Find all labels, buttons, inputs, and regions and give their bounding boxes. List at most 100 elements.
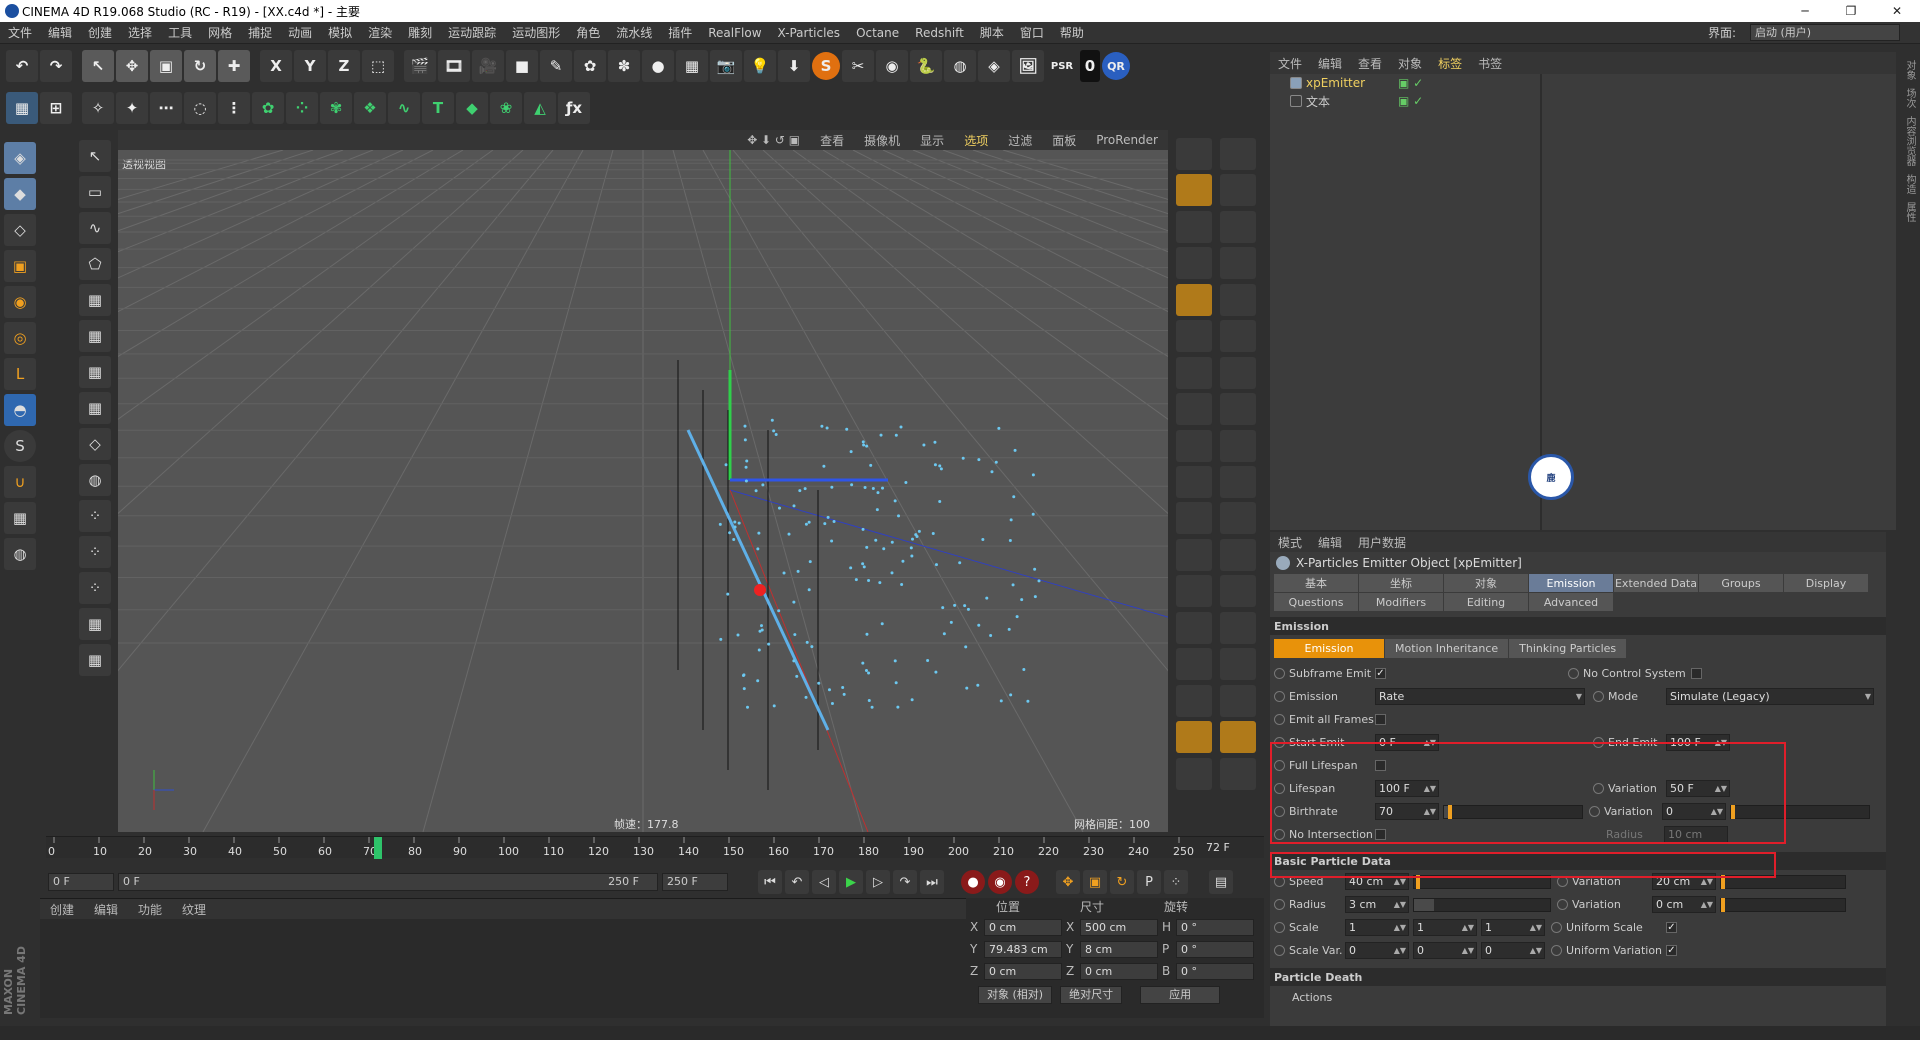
dots-tool-icon[interactable]: ⁘ <box>79 500 111 532</box>
viewport-menu-item[interactable]: 摄像机 <box>854 132 910 149</box>
mode-dropdown[interactable]: Simulate (Legacy) ▼ <box>1666 688 1874 705</box>
grid-tool-icon[interactable]: ▦ <box>79 392 111 424</box>
toolbar-button-icon[interactable]: Y <box>294 50 326 82</box>
toolbar-button-icon[interactable]: 0 <box>1080 50 1100 82</box>
emission-subtab[interactable]: Thinking Particles <box>1509 639 1627 658</box>
anim-dot-icon[interactable] <box>1274 945 1285 956</box>
scale-var-z-field[interactable]: 0 ▲▼ <box>1481 942 1545 959</box>
toolbar-button-icon[interactable]: ▦ <box>676 50 708 82</box>
toolbar-button-icon[interactable]: 💡 <box>744 50 776 82</box>
timeline-window-icon[interactable]: ▤ <box>1209 870 1233 894</box>
side-tool-icon[interactable] <box>1220 538 1256 571</box>
side-tool-icon[interactable] <box>1220 684 1256 717</box>
left-tool-icon[interactable]: ◓ <box>4 394 36 426</box>
menu-item[interactable]: 网格 <box>200 24 240 41</box>
uniform-variation-checkbox[interactable]: ✓ <box>1666 945 1677 956</box>
scale-var-y-field[interactable]: 0 ▲▼ <box>1413 942 1477 959</box>
menu-item[interactable]: Redshift <box>907 26 972 40</box>
scale-var-x-field[interactable]: 0 ▲▼ <box>1345 942 1409 959</box>
emit-all-checkbox[interactable] <box>1375 714 1386 725</box>
left-tool-icon[interactable]: ▣ <box>4 250 36 282</box>
side-tool-icon[interactable] <box>1220 721 1256 754</box>
object-menu-item[interactable]: 编辑 <box>1310 55 1350 72</box>
object-menu-item[interactable]: 标签 <box>1430 55 1470 72</box>
toolbar-button-icon[interactable]: ▦ <box>6 92 38 124</box>
anim-dot-icon[interactable] <box>1593 691 1604 702</box>
side-tool-icon[interactable] <box>1176 393 1212 426</box>
toolbar-button-icon[interactable]: ∿ <box>388 92 420 124</box>
object-menu-item[interactable]: 书签 <box>1470 55 1510 72</box>
side-tab[interactable]: 构造 <box>1902 174 1917 194</box>
toolbar-button-icon[interactable]: ✎ <box>540 50 572 82</box>
prev-frame-icon[interactable]: ◁ <box>812 870 836 894</box>
toolbar-button-icon[interactable]: X <box>260 50 292 82</box>
toolbar-button-icon[interactable]: 🎞 <box>438 50 470 82</box>
start-frame-field[interactable]: 0 F <box>48 873 114 891</box>
side-tool-icon[interactable] <box>1220 247 1256 280</box>
anim-dot-icon[interactable] <box>1551 945 1562 956</box>
anim-dot-icon[interactable] <box>1557 899 1568 910</box>
toolbar-button-icon[interactable]: ↷ <box>40 50 72 82</box>
menu-item[interactable]: 运动跟踪 <box>440 24 504 41</box>
toolbar-button-icon[interactable]: ◌ <box>184 92 216 124</box>
toolbar-button-icon[interactable]: 🎬 <box>404 50 436 82</box>
attr-tab[interactable]: 坐标 <box>1359 574 1443 592</box>
side-tool-icon[interactable] <box>1220 611 1256 644</box>
toolbar-button-icon[interactable]: 🖼 <box>1012 50 1044 82</box>
side-tool-icon[interactable] <box>1220 210 1256 243</box>
side-tool-icon[interactable] <box>1176 356 1212 389</box>
size-field[interactable]: 500 cm <box>1080 918 1158 936</box>
rotation-field[interactable]: 0 ° <box>1176 962 1254 980</box>
side-tool-icon[interactable] <box>1176 684 1212 717</box>
grid-tool-icon[interactable]: ▦ <box>79 644 111 676</box>
toolbar-button-icon[interactable]: ◆ <box>456 92 488 124</box>
side-tool-icon[interactable] <box>1176 465 1212 498</box>
toolbar-button-icon[interactable]: ◭ <box>524 92 556 124</box>
toolbar-button-icon[interactable]: ↖ <box>82 50 114 82</box>
side-tool-icon[interactable] <box>1220 757 1256 790</box>
attr-tab[interactable]: Display <box>1784 574 1868 592</box>
toolbar-button-icon[interactable]: ✿ <box>574 50 606 82</box>
left-tool-icon[interactable]: ◆ <box>4 178 36 210</box>
apply-button[interactable]: 应用 <box>1140 986 1221 1004</box>
toolbar-button-icon[interactable]: ✚ <box>218 50 250 82</box>
toolbar-button-icon[interactable]: ⋮ <box>218 92 250 124</box>
go-to-end-icon[interactable]: ⏭ <box>920 870 944 894</box>
menu-item[interactable]: 窗口 <box>1012 24 1052 41</box>
anim-dot-icon[interactable] <box>1274 668 1285 679</box>
menu-item[interactable]: 创建 <box>80 24 120 41</box>
side-tab[interactable]: 内容浏览器 <box>1902 116 1917 166</box>
attr-menu-item[interactable]: 模式 <box>1270 534 1310 551</box>
toolbar-button-icon[interactable]: ↶ <box>6 50 38 82</box>
anim-dot-icon[interactable] <box>1551 922 1562 933</box>
minimize-button[interactable]: ─ <box>1782 0 1828 22</box>
toolbar-button-icon[interactable]: ⋯ <box>150 92 182 124</box>
next-key-icon[interactable]: ↷ <box>893 870 917 894</box>
side-tab[interactable]: 属性 <box>1902 202 1917 222</box>
radius-variation-field[interactable]: 0 cm ▲▼ <box>1652 896 1716 913</box>
viewport-nav-icons[interactable]: ✥ ⬇ ↺ ▣ <box>737 133 810 147</box>
side-tool-icon[interactable] <box>1176 210 1212 243</box>
rotation-field[interactable]: 0 ° <box>1176 918 1254 936</box>
coord-mode-dropdown[interactable]: 对象 (相对) <box>978 986 1053 1004</box>
toolbar-button-icon[interactable]: ▣ <box>150 50 182 82</box>
material-menu-item[interactable]: 纹理 <box>172 901 216 918</box>
scale-x-field[interactable]: 1 ▲▼ <box>1345 919 1409 936</box>
side-tool-icon[interactable] <box>1220 320 1256 353</box>
side-tool-icon[interactable] <box>1176 721 1212 754</box>
auto-key-icon[interactable]: ◉ <box>988 870 1012 894</box>
toolbar-button-icon[interactable]: ✧ <box>82 92 114 124</box>
selection-tool-icon[interactable]: ↖ <box>79 140 111 172</box>
toolbar-button-icon[interactable]: ƒx <box>558 92 590 124</box>
menu-item[interactable]: 动画 <box>280 24 320 41</box>
menu-item[interactable]: 渲染 <box>360 24 400 41</box>
menu-item[interactable]: Octane <box>848 26 907 40</box>
attr-tab[interactable]: Questions <box>1274 593 1358 611</box>
side-tool-icon[interactable] <box>1220 138 1256 170</box>
toolbar-button-icon[interactable]: ⁘ <box>286 92 318 124</box>
side-tool-icon[interactable] <box>1176 538 1212 571</box>
toolbar-button-icon[interactable]: ● <box>642 50 674 82</box>
left-tool-icon[interactable]: L <box>4 358 36 390</box>
size-field[interactable]: 0 cm <box>1080 962 1158 980</box>
uniform-scale-checkbox[interactable]: ✓ <box>1666 922 1677 933</box>
